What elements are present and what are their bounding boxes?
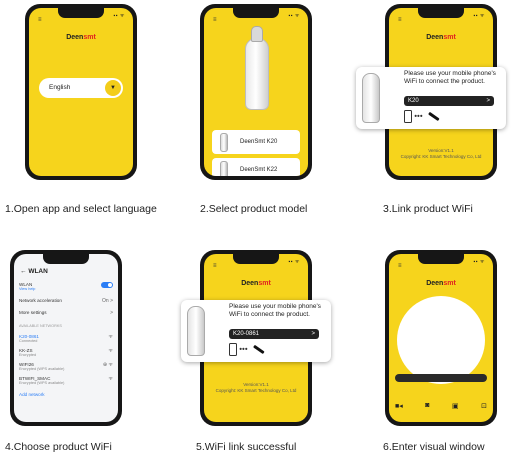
model-label: DeenSmt K20 [240,139,278,145]
status-icons: ▪▪ ᯤ [473,13,485,19]
wifi-connect-dialog: Please use your mobile phone's WiFi to c… [181,300,331,362]
connection-icons: ••• [229,343,265,356]
device-icon [253,345,265,354]
device-icon [428,112,440,121]
phone-step-4: ← WLAN WLAN View help Network acceleratio… [10,250,122,426]
phone-step-2: ≡ ▪▪ ᯤ DeenSmt K20 DeenSmt K22 [200,4,312,180]
app-logo: Deensmt [426,34,456,41]
model-thumbnail [220,133,228,152]
wifi-icon: ᯤ [108,334,113,340]
wlan-toggle-row[interactable]: WLAN View help [19,282,113,291]
wifi-lock-icon: ᯤ [108,348,113,354]
wlan-toggle[interactable] [101,282,113,288]
menu-icon[interactable]: ≡ [213,263,217,269]
phone-step-1: ≡ ▪▪ ᯤ Deensmt English ▼ [25,4,137,180]
menu-icon[interactable]: ≡ [398,17,402,23]
language-value: English [49,84,71,91]
gallery-icon[interactable]: ▣ [452,402,459,410]
step-caption-3: 3.Link product WiFi [383,203,473,215]
status-icons: ▪▪ ᯤ [288,259,300,265]
step-caption-5: 5.WiFi link successful [196,441,297,453]
wifi-lock-icon: ⊕ ᯤ [102,362,113,368]
step-caption-4: 4.Choose product WiFi [5,441,112,453]
app-logo: Deensmt [66,34,96,41]
wlan-screen: ← WLAN WLAN View help Network acceleratio… [14,254,118,422]
visual-window-screen: ≡ ▪▪ ᯤ Deensmt ■◂ ◙ ▣ ⊡ [389,254,493,422]
status-icons: ▪▪ ᯤ [288,13,300,19]
phone-icon [229,343,237,356]
product-wifi-field[interactable]: K20-0861 > [229,329,319,339]
menu-icon[interactable]: ≡ [213,17,217,23]
dots-icon: ••• [414,111,423,121]
model-card-k20[interactable]: DeenSmt K20 [212,130,300,154]
network-acceleration-row[interactable]: Network acceleration On > [19,298,113,304]
notch [58,8,104,18]
product-image [245,38,269,110]
product-image [187,306,205,356]
language-screen: ≡ ▪▪ ᯤ Deensmt English ▼ [29,8,133,176]
wlan-page-title: ← WLAN [20,268,48,275]
copyright-text: Copyright: KK Smart Technology Co, Ltd [215,388,297,393]
phone-step-6: ≡ ▪▪ ᯤ Deensmt ■◂ ◙ ▣ ⊡ [385,250,497,426]
copyright-text: Copyright: KK Smart Technology Co, Ltd [400,154,482,159]
step-caption-1: 1.Open app and select language [5,203,157,215]
step-caption-6: 6.Enter visual window [383,441,485,453]
wifi-instruction: Please use your mobile phone's WiFi to c… [404,70,496,85]
hint-bar [395,374,487,382]
notch [43,254,89,264]
add-network-link[interactable]: Add network [19,392,45,397]
notch [233,8,279,18]
notch [233,254,279,264]
model-label: DeenSmt K22 [240,167,278,173]
camera-view[interactable] [397,296,485,384]
connection-icons: ••• [404,110,440,123]
product-image [362,73,380,123]
app-logo: Deensmt [241,280,271,287]
back-arrow-icon[interactable]: ← [20,268,27,275]
wifi-lock-icon: ᯤ [108,376,113,382]
menu-icon[interactable]: ≡ [38,17,42,23]
step-caption-2: 2.Select product model [200,203,308,215]
version-info: Version:V1.1 Copyright: KK Smart Technol… [204,382,308,394]
product-wifi-field[interactable]: K20 > [404,96,494,106]
network-item[interactable]: KK-ZS Encrypted ᯤ [19,348,113,357]
wifi-connect-dialog: Please use your mobile phone's WiFi to c… [356,67,506,129]
app-logo: Deensmt [426,280,456,287]
chevron-right-icon: > [486,98,490,104]
dots-icon: ••• [239,344,248,354]
chevron-down-icon[interactable]: ▼ [105,80,121,96]
status-icons: ▪▪ ᯤ [113,13,125,19]
phone-icon [404,110,412,123]
camera-icon[interactable]: ◙ [425,402,429,410]
model-screen: ≡ ▪▪ ᯤ DeenSmt K20 DeenSmt K22 [204,8,308,176]
version-info: Version:V1.1 Copyright: KK Smart Technol… [389,148,493,160]
model-card-k22[interactable]: DeenSmt K22 [212,158,300,176]
info-icon[interactable]: ⊡ [481,402,487,410]
network-item[interactable]: K20-0861 Connected ᯤ [19,334,113,343]
network-item[interactable]: BTWIFI_SMAC Encrypted (WPS available) ᯤ [19,376,113,385]
notch [418,254,464,264]
wifi-instruction: Please use your mobile phone's WiFi to c… [229,303,321,318]
network-item[interactable]: WIFI26 Encrypted (WPS available) ⊕ ᯤ [19,362,113,371]
available-networks-header: AVAILABLE NETWORKS [19,324,62,328]
bottom-toolbar: ■◂ ◙ ▣ ⊡ [395,402,487,410]
more-settings-row[interactable]: More settings > [19,310,113,316]
menu-icon[interactable]: ≡ [398,263,402,269]
notch [418,8,464,18]
model-thumbnail [220,161,228,176]
product-tip [251,26,263,42]
status-icons: ▪▪ ᯤ [473,259,485,265]
chevron-right-icon: > [311,331,315,337]
video-icon[interactable]: ■◂ [395,402,403,410]
language-select[interactable]: English ▼ [39,78,123,98]
